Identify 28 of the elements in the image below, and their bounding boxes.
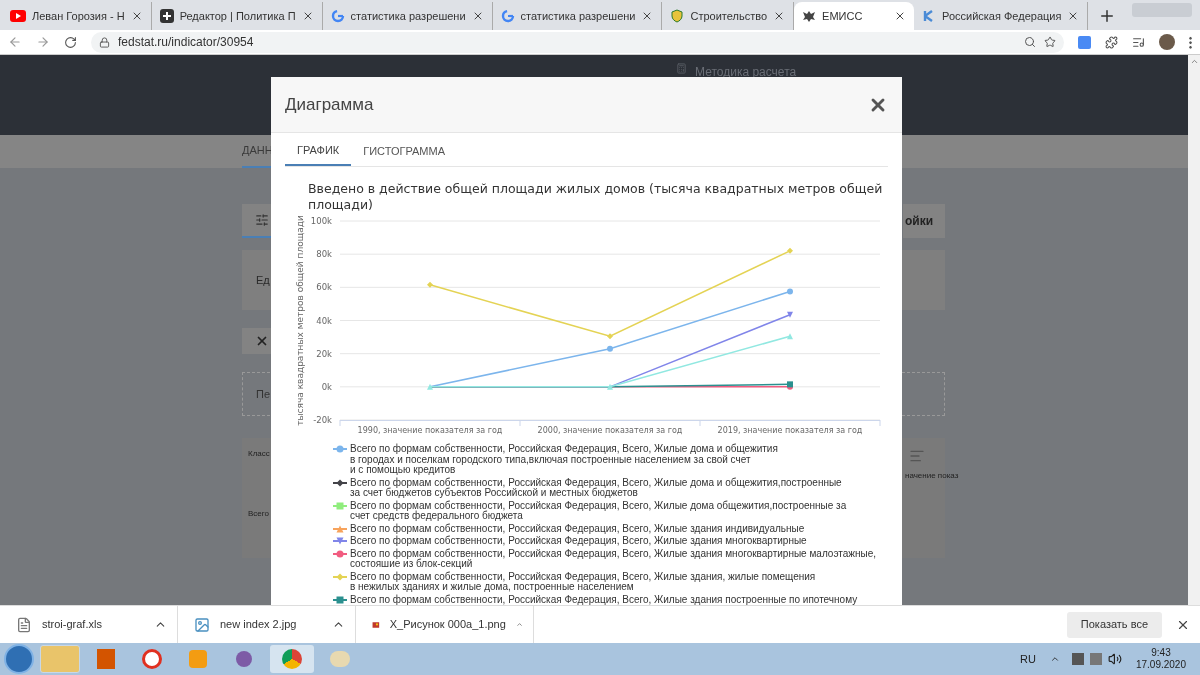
column-header: начение показ bbox=[904, 470, 959, 482]
unit-label: Ед bbox=[256, 272, 270, 288]
axis-label: 80k bbox=[316, 249, 332, 260]
tab-title: ЕМИСС bbox=[822, 8, 864, 24]
axis-label: 0k bbox=[321, 381, 332, 392]
tab-title: Леван Горозия - Н bbox=[32, 8, 125, 24]
axis-label: -20k bbox=[313, 415, 332, 425]
tab-title: Российская Федерация bbox=[942, 8, 1062, 24]
axis-label: 2000, значение показателя за год bbox=[537, 426, 683, 435]
axis-label: 60k bbox=[316, 282, 332, 293]
clock-date: 17.09.2020 bbox=[1135, 659, 1186, 671]
tab-title: Редактор | Политика П bbox=[179, 8, 296, 24]
table-header: Класс bbox=[248, 448, 270, 460]
placeholder-text: Пе bbox=[256, 386, 271, 402]
axis-label: 100k bbox=[310, 216, 332, 226]
axis-label: 40k bbox=[316, 315, 332, 326]
axis-label: 1990, значение показателя за год bbox=[357, 426, 503, 435]
dialog-title: Диаграмма bbox=[285, 93, 374, 116]
tab-title: статистика разрешени bbox=[520, 8, 636, 24]
chart-title: Введено в действие общей площади жилых домов (тысяча квадратных метров общей площади) bbox=[308, 181, 883, 213]
axis-label: 20k bbox=[316, 348, 332, 359]
axis-title: тысяча квадратных метров общей площади bbox=[295, 215, 305, 426]
table-cell: Всего bbox=[248, 508, 270, 520]
axis-label: 2019, значение показателя за год bbox=[717, 426, 863, 435]
url-text: fedstat.ru/indicator/30954 bbox=[118, 34, 255, 51]
tab-title: Строительство bbox=[690, 8, 768, 24]
clock-time: 9:43 bbox=[1151, 647, 1171, 659]
tab-title: статистика разрешени bbox=[350, 8, 466, 24]
